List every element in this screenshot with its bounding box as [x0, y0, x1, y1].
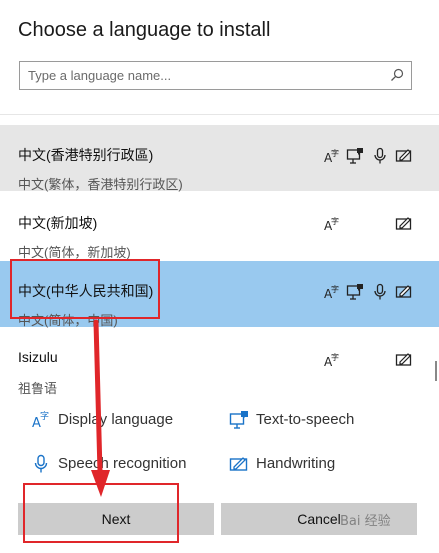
language-item-zh-cn[interactable]: 中文(中华人民共和国) 中文(简体，中国) A字: [0, 261, 439, 328]
svg-text:字: 字: [331, 284, 339, 294]
handwriting-icon: [395, 283, 413, 301]
language-item-zh-hk[interactable]: 中文(香港特别行政區) 中文(繁体，香港特别行政区) A字: [0, 125, 439, 192]
language-name: Isizulu: [18, 349, 58, 365]
language-name: 中文(中华人民共和国): [18, 283, 154, 299]
list-scrollbar[interactable]: [435, 361, 437, 381]
language-item-zh-sg[interactable]: 中文(新加坡) 中文(简体，新加坡) A字: [0, 193, 439, 260]
language-native-name: 祖鲁语: [18, 381, 58, 395]
search-icon[interactable]: [390, 68, 404, 82]
svg-text:字: 字: [331, 148, 339, 158]
language-native-name: 中文(简体，新加坡): [18, 245, 131, 260]
handwriting-icon: [395, 351, 413, 369]
text-to-speech-icon: [229, 410, 249, 430]
language-list[interactable]: 中文(香港特别行政區) 中文(繁体，香港特别行政区) A字 中文(新加坡) 中文…: [0, 114, 439, 395]
display-language-icon: A字: [323, 351, 341, 369]
svg-text:字: 字: [331, 216, 339, 226]
svg-text:字: 字: [40, 410, 49, 422]
microphone-icon: [371, 147, 389, 165]
display-language-icon: A字: [31, 410, 51, 431]
next-button[interactable]: Next: [18, 503, 214, 535]
text-to-speech-icon: [346, 283, 364, 301]
language-name: 中文(香港特别行政區): [18, 147, 154, 163]
handwriting-icon: [395, 147, 413, 165]
feature-legend: A字 Display language Text-to-speech Speec…: [31, 410, 355, 474]
language-native-name: 中文(繁体，香港特别行政区): [18, 177, 183, 192]
language-item-zu[interactable]: Isizulu 祖鲁语 A字: [0, 329, 439, 395]
display-language-icon: A字: [323, 147, 341, 165]
search-box[interactable]: [19, 61, 412, 90]
display-language-icon: A字: [323, 215, 341, 233]
handwriting-icon: [395, 215, 413, 233]
language-name: 中文(新加坡): [18, 215, 98, 231]
microphone-icon: [31, 454, 51, 474]
text-to-speech-icon: [346, 147, 364, 165]
handwriting-icon: [229, 454, 249, 474]
language-native-name: 中文(简体，中国): [18, 313, 118, 328]
watermark: Bai 经验: [340, 514, 391, 529]
search-input[interactable]: [28, 62, 388, 89]
display-language-icon: A字: [323, 283, 341, 301]
page-title: Choose a language to install: [18, 19, 271, 41]
microphone-icon: [371, 283, 389, 301]
svg-text:字: 字: [331, 352, 339, 362]
